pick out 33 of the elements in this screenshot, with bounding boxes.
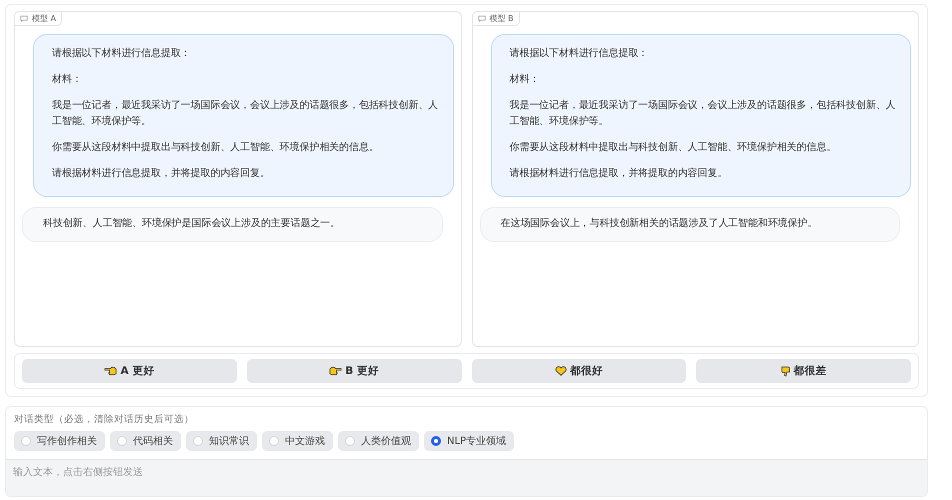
dialog-type-label: 对话类型（必选，清除对话历史后可选）: [13, 413, 195, 427]
chat-icon: [478, 15, 486, 22]
radio-option[interactable]: 人类价值观: [338, 431, 419, 451]
radio-option[interactable]: 知识常识: [186, 431, 257, 451]
message-text: 在这场国际会议上，与科技创新相关的话题涉及了人工智能和环境保护。: [500, 216, 818, 231]
message-text: 请根据材料进行信息提取，并将提取的内容回复。: [510, 166, 728, 181]
radio-option[interactable]: 中文游戏: [262, 431, 333, 451]
panel-label-text: 模型 B: [490, 13, 514, 24]
message-text: 你需要从这段材料中提取出与科技创新、人工智能、环境保护相关的信息。: [510, 140, 838, 155]
message-text: 我是一位记者，最近我采访了一场国际会议，会议上涉及的话题很多，包括科技创新、人工智能、环境保护等。: [52, 98, 440, 129]
vote-button[interactable]: A 更好: [22, 359, 237, 383]
message-text: 请根据材料进行信息提取，并将提取的内容回复。: [52, 166, 271, 181]
heart-icon: [554, 366, 567, 376]
message-text: 请根据以下材料进行信息提取：: [510, 46, 650, 61]
message-text: 请根据以下材料进行信息提取：: [52, 46, 192, 61]
radio-button[interactable]: [431, 436, 441, 446]
message-text: 科技创新、人工智能、环境保护是国际会议上涉及的主要话题之一。: [43, 216, 342, 231]
radio-option[interactable]: NLP专业领域: [424, 431, 514, 451]
message-text: 你需要从这段材料中提取出与科技创新、人工智能、环境保护相关的信息。: [52, 140, 380, 155]
message-text: 我是一位记者，最近我采访了一场国际会议，会议上涉及的话题很多，包括科技创新、人工智能、环境保护等。: [510, 98, 897, 129]
radio-option[interactable]: 写作创作相关: [14, 431, 105, 451]
message-text: 材料：: [52, 72, 83, 87]
vote-button[interactable]: 都很好: [472, 359, 686, 383]
pointing-hand-icon: [329, 366, 342, 376]
input-field[interactable]: 输入文本，点击右侧按钮发送: [6, 459, 927, 496]
panel-label-text: 模型 A: [32, 13, 56, 24]
vote-button[interactable]: 都很差: [696, 359, 911, 383]
pointing-hand-icon: [104, 366, 118, 376]
vote-button[interactable]: B 更好: [246, 359, 462, 383]
radio-option[interactable]: 代码相关: [110, 431, 181, 451]
chat-icon: [20, 15, 28, 22]
thumbs-down-icon: [780, 366, 791, 376]
message-text: 材料：: [510, 72, 540, 87]
